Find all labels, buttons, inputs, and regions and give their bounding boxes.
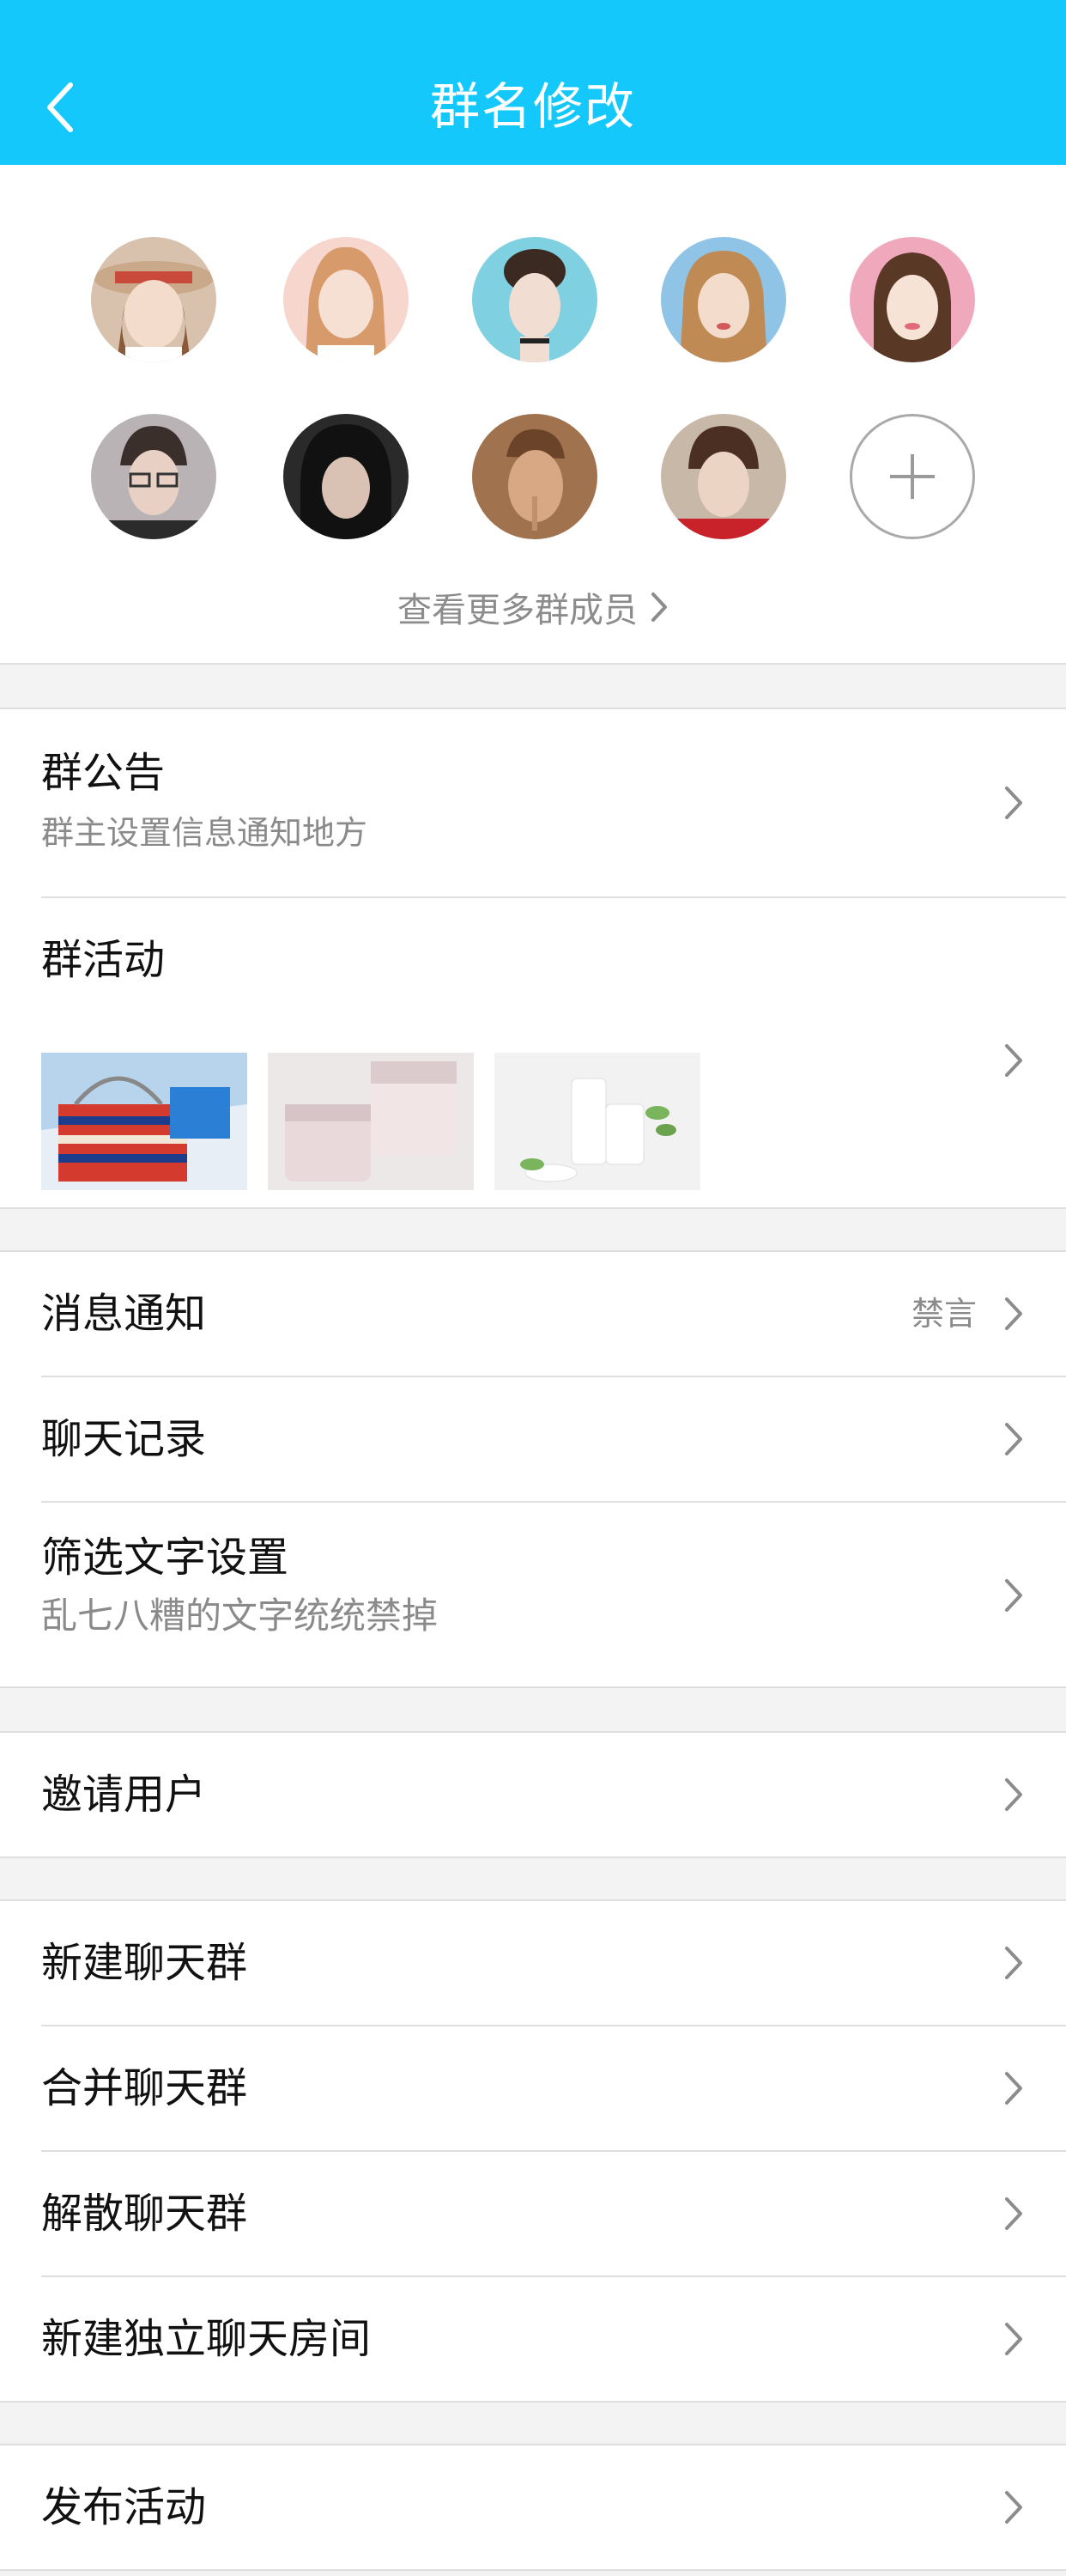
member-avatar-7[interactable] [283, 414, 409, 539]
member-avatar-4[interactable] [661, 237, 786, 362]
publish-activity-title: 发布活动 [41, 2483, 207, 2531]
add-member-button[interactable] [850, 414, 975, 539]
dissolve-group-title: 解散聊天群 [41, 2190, 248, 2238]
chevron-right-icon [1005, 1947, 1022, 1979]
create-group-title: 新建聊天群 [41, 1939, 248, 1987]
chevron-right-icon [1005, 1579, 1022, 1612]
chevron-right-icon [1005, 2323, 1022, 2355]
group-announcement-title: 群公告 [41, 749, 166, 797]
chat-history-row[interactable]: 聊天记录 [0, 1377, 1066, 1501]
message-notify-value: 禁言 [911, 1295, 977, 1333]
publish-section: 发布活动 [0, 2444, 1066, 2571]
page-title: 群名修改 [429, 77, 636, 136]
group-settings-section: 消息通知 禁言 聊天记录 筛选文字设置 乱七八糟的文字统统禁掉 [0, 1250, 1066, 1688]
dissolve-group-row[interactable]: 解散聊天群 [0, 2152, 1066, 2275]
message-notify-row[interactable]: 消息通知 禁言 [0, 1252, 1066, 1376]
chevron-right-icon [1005, 1778, 1022, 1811]
group-info-section: 群公告 群主设置信息通知地方 群活动 [0, 708, 1066, 1209]
chevron-right-icon [1005, 1423, 1022, 1455]
group-activity-title: 群活动 [41, 936, 166, 984]
invite-section: 邀请用户 [0, 1731, 1066, 1858]
member-avatar-1[interactable] [91, 237, 216, 362]
plus-icon [890, 454, 935, 499]
chevron-right-icon [1005, 1044, 1022, 1077]
member-avatar-8[interactable] [472, 414, 597, 539]
merge-group-row[interactable]: 合并聊天群 [0, 2026, 1066, 2150]
activity-thumb-bottles[interactable] [494, 1053, 700, 1190]
chevron-right-icon [650, 592, 669, 623]
activity-thumb-bag[interactable] [41, 1053, 247, 1190]
group-manage-section: 新建聊天群 合并聊天群 解散聊天群 新建独立聊天房间 [0, 1899, 1066, 2403]
activity-thumb-cream[interactable] [268, 1053, 474, 1190]
message-notify-title: 消息通知 [41, 1290, 207, 1338]
group-announcement-subtitle: 群主设置信息通知地方 [41, 814, 368, 852]
word-filter-title: 筛选文字设置 [41, 1534, 289, 1582]
member-avatar-3[interactable] [472, 237, 597, 362]
member-grid: 查看更多群成员 [0, 165, 1066, 665]
chevron-right-icon [1005, 1297, 1022, 1330]
invite-user-row[interactable]: 邀请用户 [0, 1733, 1066, 1856]
word-filter-subtitle: 乱七八糟的文字统统禁掉 [41, 1595, 439, 1637]
member-avatar-5[interactable] [850, 237, 975, 362]
view-more-members-label: 查看更多群成员 [397, 591, 638, 630]
merge-group-title: 合并聊天群 [41, 2064, 248, 2112]
chevron-right-icon [1005, 2197, 1022, 2230]
view-more-members-link[interactable]: 查看更多群成员 [0, 577, 1066, 637]
chat-history-title: 聊天记录 [41, 1415, 207, 1463]
group-announcement-row[interactable]: 群公告 群主设置信息通知地方 [0, 709, 1066, 896]
chevron-right-icon [1005, 2072, 1022, 2105]
chevron-right-icon [1005, 787, 1022, 819]
group-activity-row[interactable]: 群活动 [0, 898, 1066, 1209]
word-filter-row[interactable]: 筛选文字设置 乱七八糟的文字统统禁掉 [0, 1503, 1066, 1688]
top-bar: 群名修改 [0, 0, 1066, 165]
chevron-right-icon [1005, 2491, 1022, 2524]
member-avatar-9[interactable] [661, 414, 786, 539]
member-avatar-6[interactable] [91, 414, 216, 539]
publish-activity-row[interactable]: 发布活动 [0, 2445, 1066, 2569]
create-room-title: 新建独立聊天房间 [41, 2315, 372, 2363]
member-avatar-2[interactable] [283, 237, 409, 362]
create-group-row[interactable]: 新建聊天群 [0, 1901, 1066, 2025]
create-room-row[interactable]: 新建独立聊天房间 [0, 2277, 1066, 2401]
invite-user-title: 邀请用户 [41, 1771, 207, 1819]
